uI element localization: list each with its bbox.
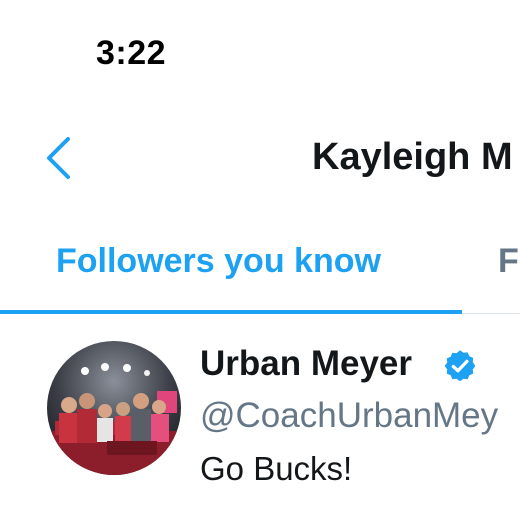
- tab-followers-you-know[interactable]: Followers you know: [56, 242, 381, 281]
- user-avatar[interactable]: [47, 341, 181, 475]
- tab-followers[interactable]: F: [498, 242, 519, 281]
- user-name[interactable]: Urban Meyer: [200, 344, 412, 384]
- verified-badge-icon: [444, 350, 476, 382]
- page-title: Kayleigh M: [312, 136, 513, 178]
- user-bio: Go Bucks!: [200, 450, 353, 487]
- status-bar-time: 3:22: [96, 34, 167, 72]
- user-handle: @CoachUrbanMey: [200, 396, 499, 435]
- chevron-left-icon: [47, 137, 70, 179]
- active-tab-indicator: [0, 310, 462, 314]
- avatar-photo: [47, 341, 181, 475]
- back-button[interactable]: [40, 134, 76, 182]
